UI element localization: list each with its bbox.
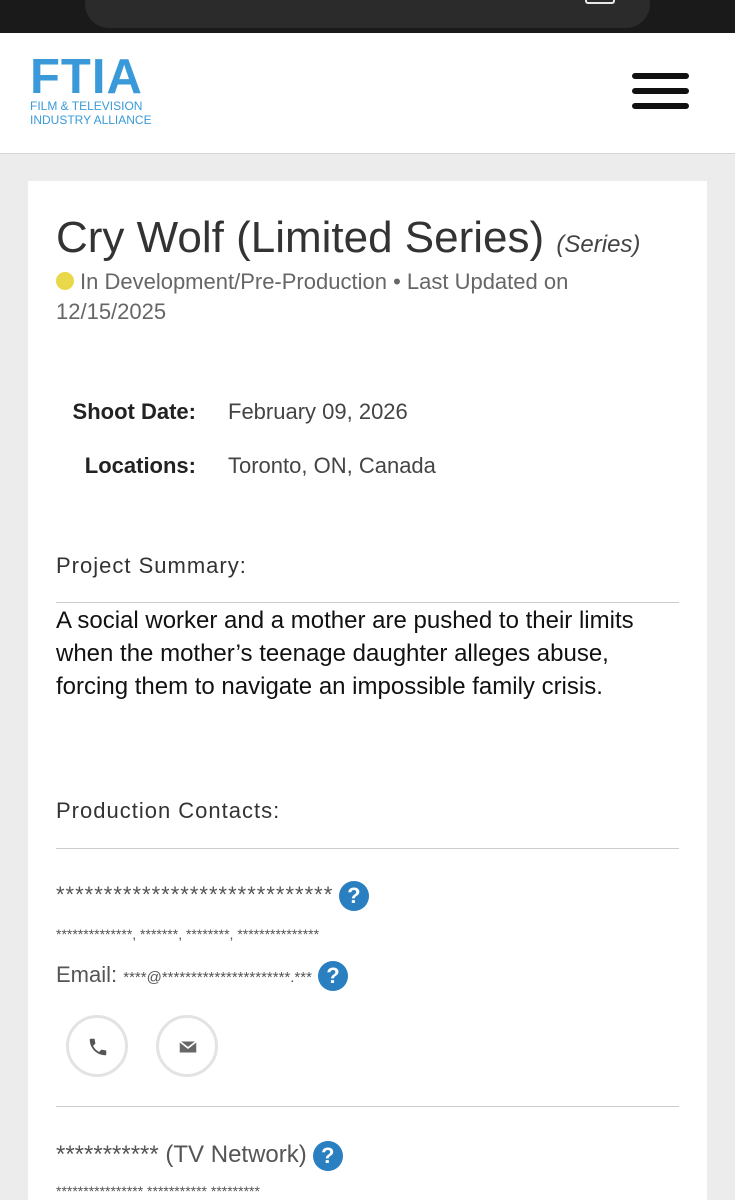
ftia-logo[interactable]: FTIA FILM & TELEVISION INDUSTRY ALLIANCE <box>30 50 160 130</box>
contact-email: Email: ****@**********************.***? <box>56 960 348 993</box>
email-label: Email: <box>56 962 118 987</box>
updated-label: • Last Updated on <box>393 269 569 294</box>
status-dot-icon <box>56 272 74 290</box>
phone-icon <box>89 1038 107 1056</box>
contacts-heading: Production Contacts: <box>56 798 281 823</box>
logo-wordmark: FTIA <box>30 50 143 104</box>
browser-top-bar <box>0 0 735 33</box>
divider <box>56 602 679 603</box>
detail-row-locations: Locations: Toronto, ON, Canada <box>28 451 707 505</box>
updated-date: 12/15/2025 <box>56 299 167 324</box>
question-circle-icon[interactable]: ? <box>312 1140 343 1171</box>
divider <box>56 1106 679 1107</box>
call-button[interactable] <box>66 1015 128 1077</box>
tabs-icon[interactable] <box>585 0 615 4</box>
envelope-icon <box>179 1040 197 1053</box>
contact-name-text: *********** (TV Network) <box>56 1141 307 1168</box>
contact-details: **************** *********** ********* <box>56 1183 260 1199</box>
project-title: Cry Wolf (Limited Series) (Series) <box>56 211 640 272</box>
contact-details: **************, *******, ********, *****… <box>56 926 320 942</box>
logo-subtitle-line2: INDUSTRY ALLIANCE <box>30 113 152 127</box>
email-button[interactable] <box>156 1015 218 1077</box>
hamburger-menu-icon[interactable] <box>632 73 689 113</box>
detail-label: Shoot Date: <box>72 399 196 424</box>
contact-name: *****************************? <box>56 880 370 912</box>
project-details: Shoot Date: February 09, 2026 Locations:… <box>28 397 707 505</box>
project-type: (Series) <box>556 231 641 258</box>
logo-subtitle-line1: FILM & TELEVISION <box>30 99 143 113</box>
detail-label: Locations: <box>84 453 196 478</box>
site-header: FTIA FILM & TELEVISION INDUSTRY ALLIANCE <box>0 33 735 154</box>
contact-name-text: ***************************** <box>56 882 334 907</box>
project-title-text: Cry Wolf (Limited Series) <box>56 213 545 262</box>
status-text: In Development/Pre-Production <box>80 269 387 294</box>
project-card: Cry Wolf (Limited Series) (Series) In De… <box>28 181 707 1200</box>
project-summary-text: A social worker and a mother are pushed … <box>56 607 634 700</box>
address-bar[interactable] <box>85 0 650 28</box>
question-circle-icon[interactable]: ? <box>339 881 370 912</box>
detail-value: Toronto, ON, Canada <box>228 453 436 478</box>
detail-row-shoot-date: Shoot Date: February 09, 2026 <box>28 397 707 451</box>
detail-value: February 09, 2026 <box>228 399 408 424</box>
email-value: ****@**********************.*** <box>123 969 312 986</box>
contact-name: *********** (TV Network)? <box>56 1140 343 1171</box>
summary-heading: Project Summary: <box>56 553 247 578</box>
project-status: In Development/Pre-Production • Last Upd… <box>56 267 656 327</box>
divider <box>56 848 679 849</box>
question-circle-icon[interactable]: ? <box>317 961 348 992</box>
